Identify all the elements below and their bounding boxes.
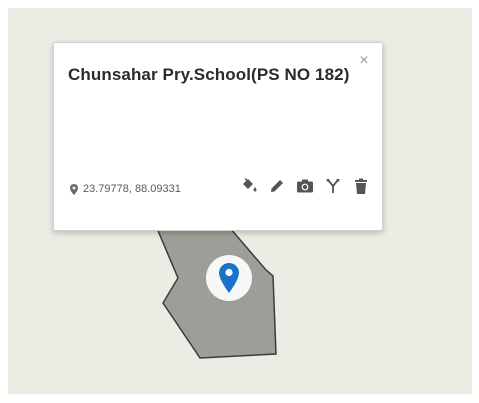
place-title: Chunsahar Pry.School(PS NO 182) — [68, 65, 350, 84]
delete-button[interactable] — [352, 177, 370, 195]
screenshot-frame: Chunsahar Pry.School(PS NO 182) × 23.797… — [0, 0, 479, 403]
map-pin-icon — [219, 263, 239, 293]
coordinates-text: 23.79778, 88.09331 — [83, 183, 181, 195]
info-window: Chunsahar Pry.School(PS NO 182) × 23.797… — [53, 42, 383, 231]
fork-route-icon — [326, 179, 340, 193]
map-canvas[interactable]: Chunsahar Pry.School(PS NO 182) × 23.797… — [8, 8, 472, 394]
info-toolbar — [240, 177, 370, 195]
coordinates-row: 23.79778, 88.09331 — [70, 183, 181, 195]
pencil-edit-icon — [271, 180, 283, 192]
fill-color-icon — [243, 178, 257, 192]
route-button[interactable] — [324, 177, 342, 195]
camera-icon — [297, 179, 313, 193]
trash-delete-icon — [355, 178, 367, 194]
photo-button[interactable] — [296, 177, 314, 195]
close-button[interactable]: × — [356, 53, 372, 69]
edit-button[interactable] — [268, 177, 286, 195]
map-marker[interactable] — [206, 255, 252, 301]
close-icon: × — [359, 52, 369, 69]
location-pin-icon — [70, 183, 78, 195]
fill-color-button[interactable] — [240, 177, 258, 195]
